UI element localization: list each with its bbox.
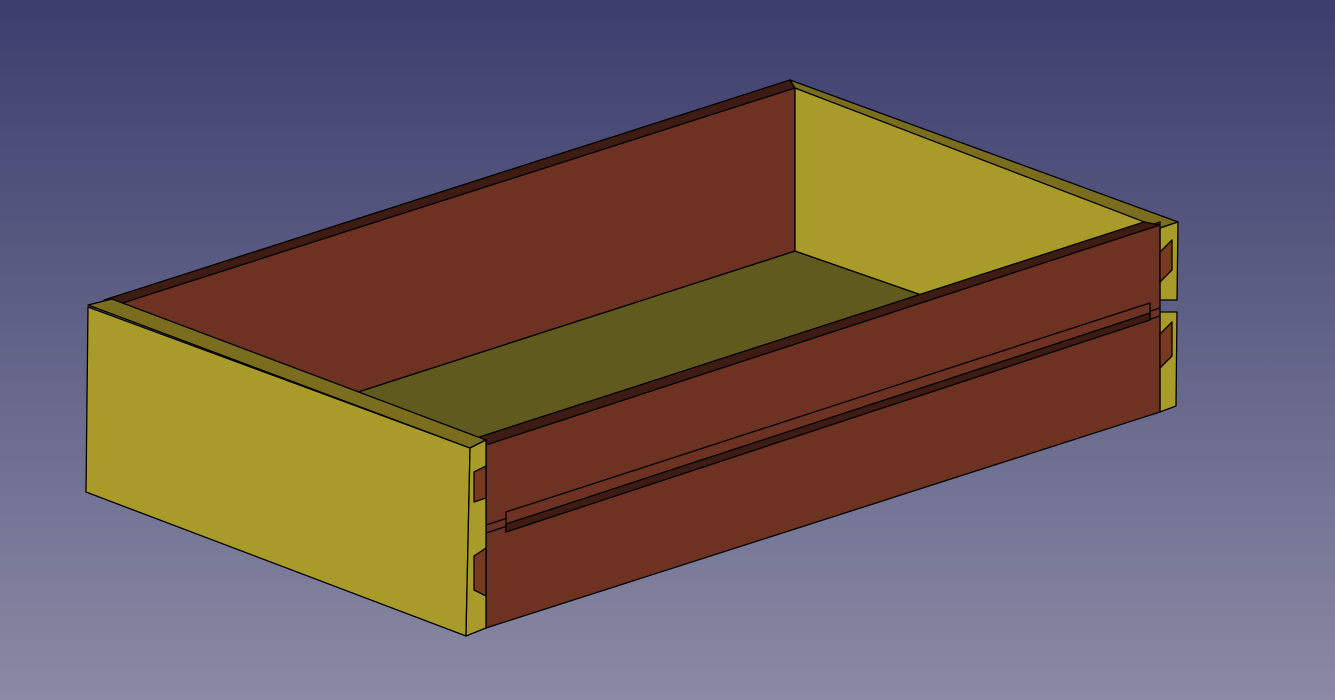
dovetail-joint-left-upper [473, 465, 487, 503]
dovetail-joint-left-lower [473, 547, 487, 597]
3d-viewport[interactable] [0, 0, 1335, 700]
3d-scene[interactable] [0, 0, 1335, 700]
